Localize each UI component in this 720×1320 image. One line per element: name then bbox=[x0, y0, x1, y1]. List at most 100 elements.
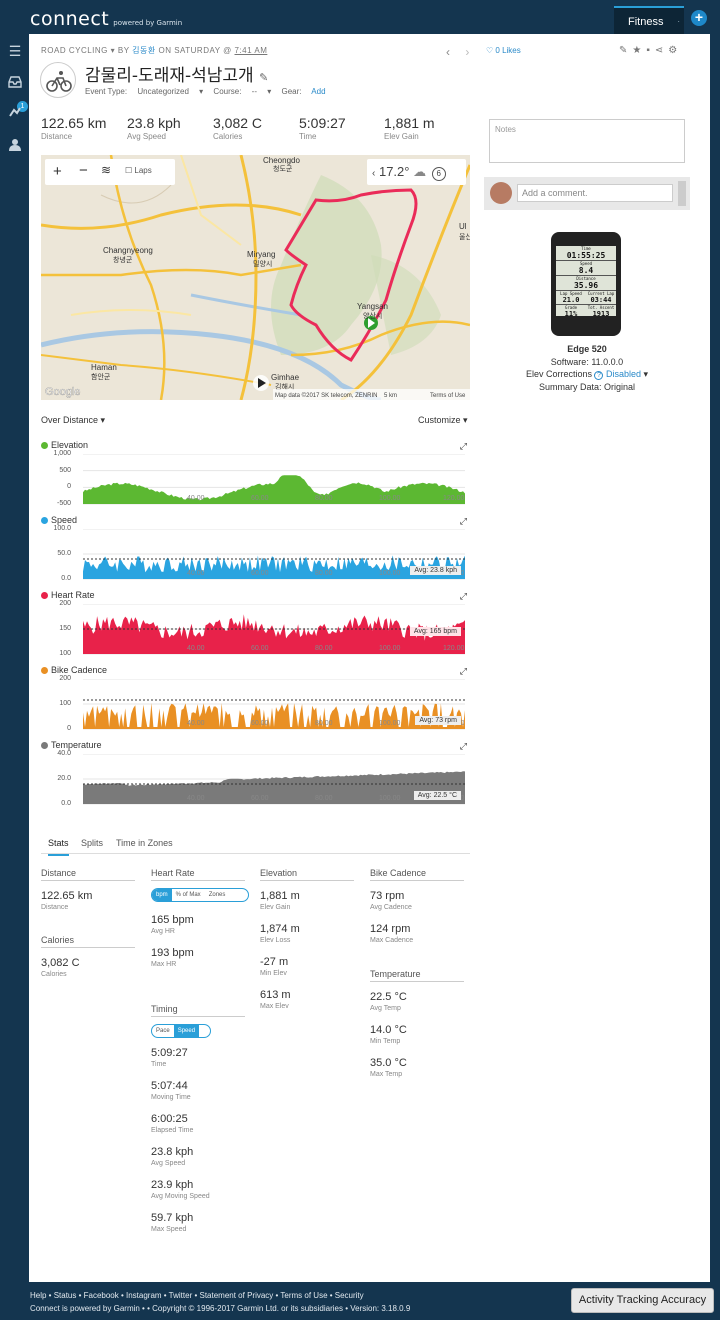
inbox-icon[interactable] bbox=[7, 76, 23, 90]
challenges-icon[interactable] bbox=[7, 106, 23, 120]
toggle-zones[interactable]: Zones bbox=[205, 889, 230, 901]
edit-pencil-icon[interactable]: ✎ bbox=[259, 71, 268, 84]
activity-title[interactable]: 감물리-도래재-석남고개 ✎ bbox=[85, 61, 268, 86]
activity-header-line: ROAD CYCLING ▾ BY 김동환 ON SATURDAY @ 7:41… bbox=[41, 46, 268, 55]
add-button[interactable]: + bbox=[691, 10, 707, 26]
profile-icon[interactable] bbox=[7, 138, 23, 152]
summary-time-label: Time bbox=[299, 132, 317, 141]
map-label-haman: Haman bbox=[91, 363, 117, 372]
comment-scrollbar[interactable] bbox=[678, 181, 686, 206]
comment-bar: Add a comment. bbox=[484, 177, 690, 210]
stat-value: 124 rpm bbox=[370, 923, 411, 935]
stat-value: 5:09:27 bbox=[151, 1047, 188, 1059]
next-activity-icon[interactable]: › bbox=[465, 45, 469, 59]
zoom-out-button[interactable]: − bbox=[79, 162, 88, 179]
comment-input[interactable]: Add a comment. bbox=[517, 184, 673, 202]
zoom-in-button[interactable]: + bbox=[53, 163, 62, 180]
expand-icon[interactable]: ⤢ bbox=[460, 591, 467, 602]
connect-logo[interactable]: connect powered by Garmin bbox=[30, 8, 182, 30]
x-tick-label: 100.00 bbox=[379, 645, 401, 652]
x-tick-label: 40.00 bbox=[187, 570, 205, 577]
activity-type[interactable]: ROAD CYCLING bbox=[41, 46, 108, 55]
map-label-gimhae: Gimhae bbox=[271, 373, 300, 382]
stat-label: Max Temp bbox=[370, 1071, 403, 1078]
star-icon[interactable]: ★ bbox=[632, 45, 646, 56]
y-tick-label: 50.0 bbox=[57, 550, 71, 557]
hr-unit-toggle: bpm % of Max Zones bbox=[151, 888, 249, 902]
chart-speed: Speed⤢100.050.00.040.0060.0080.00100.001… bbox=[41, 515, 469, 590]
customize-select[interactable]: Customize ▾ bbox=[418, 415, 468, 426]
course-select[interactable]: Course: -- ▾ bbox=[213, 87, 271, 96]
gear-icon[interactable]: ⚙ bbox=[668, 45, 682, 56]
activity-time[interactable]: 7:41 AM bbox=[235, 46, 268, 55]
stats-distance: Distance 122.65 km Distance bbox=[41, 868, 135, 911]
chart-title: Elevation bbox=[41, 440, 88, 450]
chart-elevation: Elevation ⤢ 1,000 500 0 -500 40.00 60.00 80.00 10… bbox=[41, 440, 469, 515]
chart-title: Heart Rate bbox=[41, 590, 95, 600]
y-tick-label: 0.0 bbox=[61, 575, 71, 582]
expand-icon[interactable]: ⤢ bbox=[460, 441, 467, 452]
tab-dropdown-icon[interactable]: · bbox=[677, 17, 680, 26]
x-tick-label: 100.00 bbox=[379, 495, 401, 502]
map-attribution: Map data ©2017 SK telecom, ZENRIN bbox=[275, 392, 377, 399]
x-tick-label: 60.00 bbox=[251, 795, 269, 802]
x-tick-label: 60.00 bbox=[251, 570, 269, 577]
toggle-pace[interactable]: Pace bbox=[152, 1025, 174, 1037]
stat-label: Min Temp bbox=[370, 1038, 401, 1045]
laps-checkbox[interactable]: ☐ Laps bbox=[125, 166, 152, 175]
footer-links[interactable]: Help • Status • Facebook • Instagram • T… bbox=[30, 1291, 364, 1300]
avg-badge: Avg: 23.8 kph bbox=[410, 566, 461, 575]
expand-icon[interactable]: ⤢ bbox=[460, 516, 467, 527]
x-tick-label: 100.00 bbox=[379, 720, 401, 727]
share-icon[interactable]: ⋖ bbox=[655, 45, 668, 56]
device-screen: Time 01:55:25 Speed 8.4 Distance 35.96 L… bbox=[556, 246, 616, 318]
stat-value: 6:00:25 bbox=[151, 1113, 188, 1125]
toggle-pct-max[interactable]: % of Max bbox=[172, 889, 205, 901]
tab-time-in-zones[interactable]: Time in Zones bbox=[116, 838, 173, 848]
toggle-bpm[interactable]: bpm bbox=[152, 889, 172, 901]
map-label-ul: Ul bbox=[459, 222, 467, 231]
google-logo: Google bbox=[45, 386, 80, 398]
tab-fitness[interactable]: Fitness · bbox=[614, 6, 684, 34]
likes-button[interactable]: ♡ 0 Likes bbox=[486, 46, 521, 55]
lock-icon[interactable]: ▪ bbox=[646, 45, 655, 56]
stat-label: Avg Speed bbox=[151, 1160, 186, 1167]
stats-cadence: Bike Cadence 73 rpm Avg Cadence 124 rpm Max… bbox=[370, 868, 464, 944]
weather-prev-icon[interactable]: ‹ bbox=[372, 168, 375, 179]
add-gear-link[interactable]: Add bbox=[311, 87, 325, 96]
y-tick-label: 0.0 bbox=[61, 800, 71, 807]
stat-label: Moving Time bbox=[151, 1094, 191, 1101]
summary-speed-value: 23.8 kph bbox=[127, 115, 181, 131]
layers-icon[interactable]: ≋ bbox=[101, 163, 111, 177]
expand-icon[interactable]: ⤢ bbox=[460, 666, 467, 677]
prev-activity-icon[interactable]: ‹ bbox=[446, 45, 450, 59]
activity-nav-arrows: ‹ › bbox=[446, 45, 469, 59]
stat-value: 35.0 °C bbox=[370, 1057, 407, 1069]
device-image: Time 01:55:25 Speed 8.4 Distance 35.96 L… bbox=[551, 232, 621, 336]
elev-corrections: Elev Corrections ? Disabled ▾ bbox=[525, 369, 649, 380]
main-content: ROAD CYCLING ▾ BY 김동환 ON SATURDAY @ 7:41… bbox=[29, 34, 710, 1282]
activity-meta-row: Event Type: Uncategorized ▾ Course: -- ▾… bbox=[85, 87, 326, 96]
x-tick-label: 80.00 bbox=[315, 570, 333, 577]
edit-icon[interactable]: ✎ bbox=[619, 45, 632, 56]
route-map[interactable]: Cheongdo 청도군 Changnyeong 창녕군 Miryang 밀양시… bbox=[41, 155, 470, 400]
activity-tracking-accuracy-button[interactable]: Activity Tracking Accuracy bbox=[571, 1288, 714, 1313]
avg-badge: Avg: 22.5 °C bbox=[413, 791, 461, 800]
map-canvas[interactable]: Cheongdo 청도군 Changnyeong 창녕군 Miryang 밀양시… bbox=[41, 155, 470, 400]
x-tick-label: 120.00 bbox=[443, 495, 465, 502]
toggle-speed[interactable]: Speed bbox=[173, 1025, 200, 1037]
notes-field[interactable]: Notes bbox=[489, 119, 685, 163]
device-software: Software: 11.0.0.0 bbox=[550, 357, 624, 367]
author-link[interactable]: 김동환 bbox=[132, 46, 156, 55]
elev-corrections-select[interactable]: Disabled bbox=[606, 369, 641, 379]
menu-icon[interactable]: ☰ bbox=[7, 44, 23, 58]
activity-type-avatar bbox=[40, 62, 76, 98]
over-distance-select[interactable]: Over Distance ▾ bbox=[41, 415, 105, 426]
tab-splits[interactable]: Splits bbox=[81, 838, 103, 848]
y-tick-label: 200 bbox=[59, 600, 71, 607]
series-area bbox=[83, 703, 465, 729]
help-icon[interactable]: ? bbox=[594, 371, 604, 380]
event-type-select[interactable]: Event Type: Uncategorized ▾ bbox=[85, 87, 203, 96]
tab-stats[interactable]: Stats bbox=[48, 838, 69, 856]
expand-icon[interactable]: ⤢ bbox=[460, 741, 467, 752]
